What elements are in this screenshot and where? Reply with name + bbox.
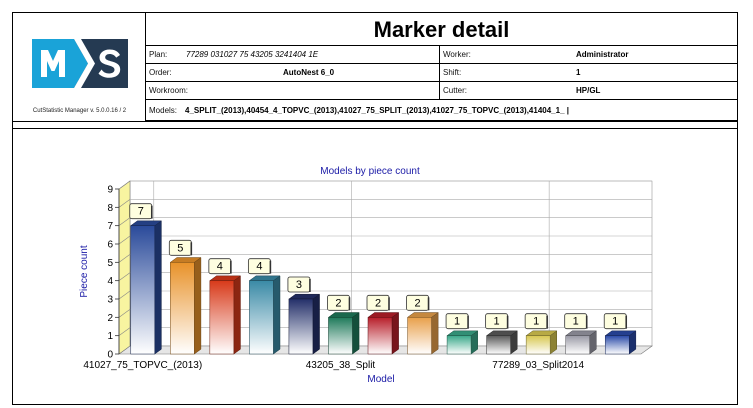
data-label: 2 (375, 297, 381, 309)
bar-side (273, 275, 281, 355)
data-label: 1 (454, 316, 460, 328)
data-label: 3 (296, 279, 302, 291)
data-label: 1 (612, 316, 618, 328)
models-label: Models: (149, 106, 178, 115)
bar (525, 335, 551, 355)
bar (288, 298, 314, 355)
y-tick-label: 9 (107, 185, 113, 196)
data-label: 2 (335, 297, 341, 309)
bar-side (194, 257, 202, 355)
y-tick-label: 1 (107, 331, 113, 342)
plan-row: Plan: 77289 031027 75 43205 3241404 1E W… (146, 46, 737, 64)
y-tick-label: 5 (107, 258, 113, 269)
data-label: 7 (138, 206, 144, 218)
bar (604, 335, 630, 355)
plan-value: 77289 031027 75 43205 3241404 1E (186, 50, 319, 59)
plan-label: Plan: (149, 50, 168, 59)
bar (446, 335, 472, 355)
logo-cell: CutStatistic Manager v. 5.0.0.16 / 2 (13, 13, 146, 121)
shift-value: 1 (576, 68, 581, 77)
chart-side-wall (118, 180, 131, 355)
order-value: AutoNest 6_0 (283, 68, 335, 77)
cutter-value: HP/GL (576, 86, 601, 95)
models-value: 4_SPLIT_(2013),40454_4_TOPVC_(2013),4102… (185, 106, 569, 115)
y-tick-label: 4 (107, 276, 113, 287)
models-bar-chart: Models by piece count 0 1 2 3 4 5 6 7 8 9 Piece cou… (79, 166, 653, 385)
workroom-row: Workroom: Cutter: HP/GL (146, 82, 737, 100)
cutter-label: Cutter: (443, 86, 468, 95)
models-row: Models: 4_SPLIT_(2013),40454_4_TOPVC_(20… (146, 100, 737, 121)
y-tick-label: 2 (107, 313, 113, 324)
bar (209, 280, 235, 355)
bar-side (312, 293, 320, 355)
x-tick-label: 41027_75_TOPVC_(2013) (83, 360, 202, 371)
workroom-label: Workroom: (149, 86, 188, 95)
version-text: CutStatistic Manager v. 5.0.0.16 / 2 (32, 108, 127, 114)
data-label: 4 (217, 261, 223, 273)
data-label: 2 (414, 297, 420, 309)
bar-side (352, 312, 360, 355)
bar-side (431, 312, 439, 355)
bar (486, 335, 511, 355)
y-tick-label: 7 (107, 221, 113, 232)
bar (565, 335, 590, 355)
bar (249, 280, 274, 355)
y-tick-label: 0 (107, 350, 113, 361)
report-page: CutStatistic Manager v. 5.0.0.16 / 2 Mar… (12, 12, 738, 405)
report-title: Marker detail (146, 13, 737, 46)
data-label: 1 (573, 316, 579, 328)
shift-label: Shift: (443, 68, 462, 77)
y-axis-title: Piece count (79, 245, 90, 297)
worker-cell: Worker: Administrator (439, 46, 737, 64)
x-tick-label: 77289_03_Split2014 (492, 360, 584, 371)
x-tick-label: 43205_38_Split (306, 360, 376, 371)
x-axis-title: Model (367, 374, 394, 385)
y-tick-label: 8 (107, 203, 113, 214)
chart-title: Models by piece count (320, 166, 420, 177)
bar-side (154, 220, 162, 355)
bar-side (391, 312, 399, 355)
bar (407, 317, 432, 355)
worker-value: Administrator (576, 50, 629, 59)
order-label: Order: (149, 68, 172, 77)
bar (170, 262, 195, 355)
cutter-cell: Cutter: HP/GL (439, 82, 737, 100)
worker-label: Worker: (443, 50, 471, 59)
data-label: 1 (494, 316, 500, 328)
data-label: 1 (533, 316, 539, 328)
data-label: 5 (177, 242, 183, 254)
bar (130, 225, 156, 355)
report-header: CutStatistic Manager v. 5.0.0.16 / 2 Mar… (13, 13, 737, 121)
bar (367, 317, 393, 355)
data-label: 4 (256, 261, 262, 273)
bar (328, 317, 353, 355)
bar-side (233, 275, 241, 355)
order-row: Order: AutoNest 6_0 Shift: 1 (146, 64, 737, 82)
header-separator (13, 121, 737, 129)
y-tick-label: 6 (107, 240, 113, 251)
ms-logo (32, 39, 128, 88)
y-tick-label: 3 (107, 295, 113, 306)
shift-cell: Shift: 1 (439, 64, 737, 82)
